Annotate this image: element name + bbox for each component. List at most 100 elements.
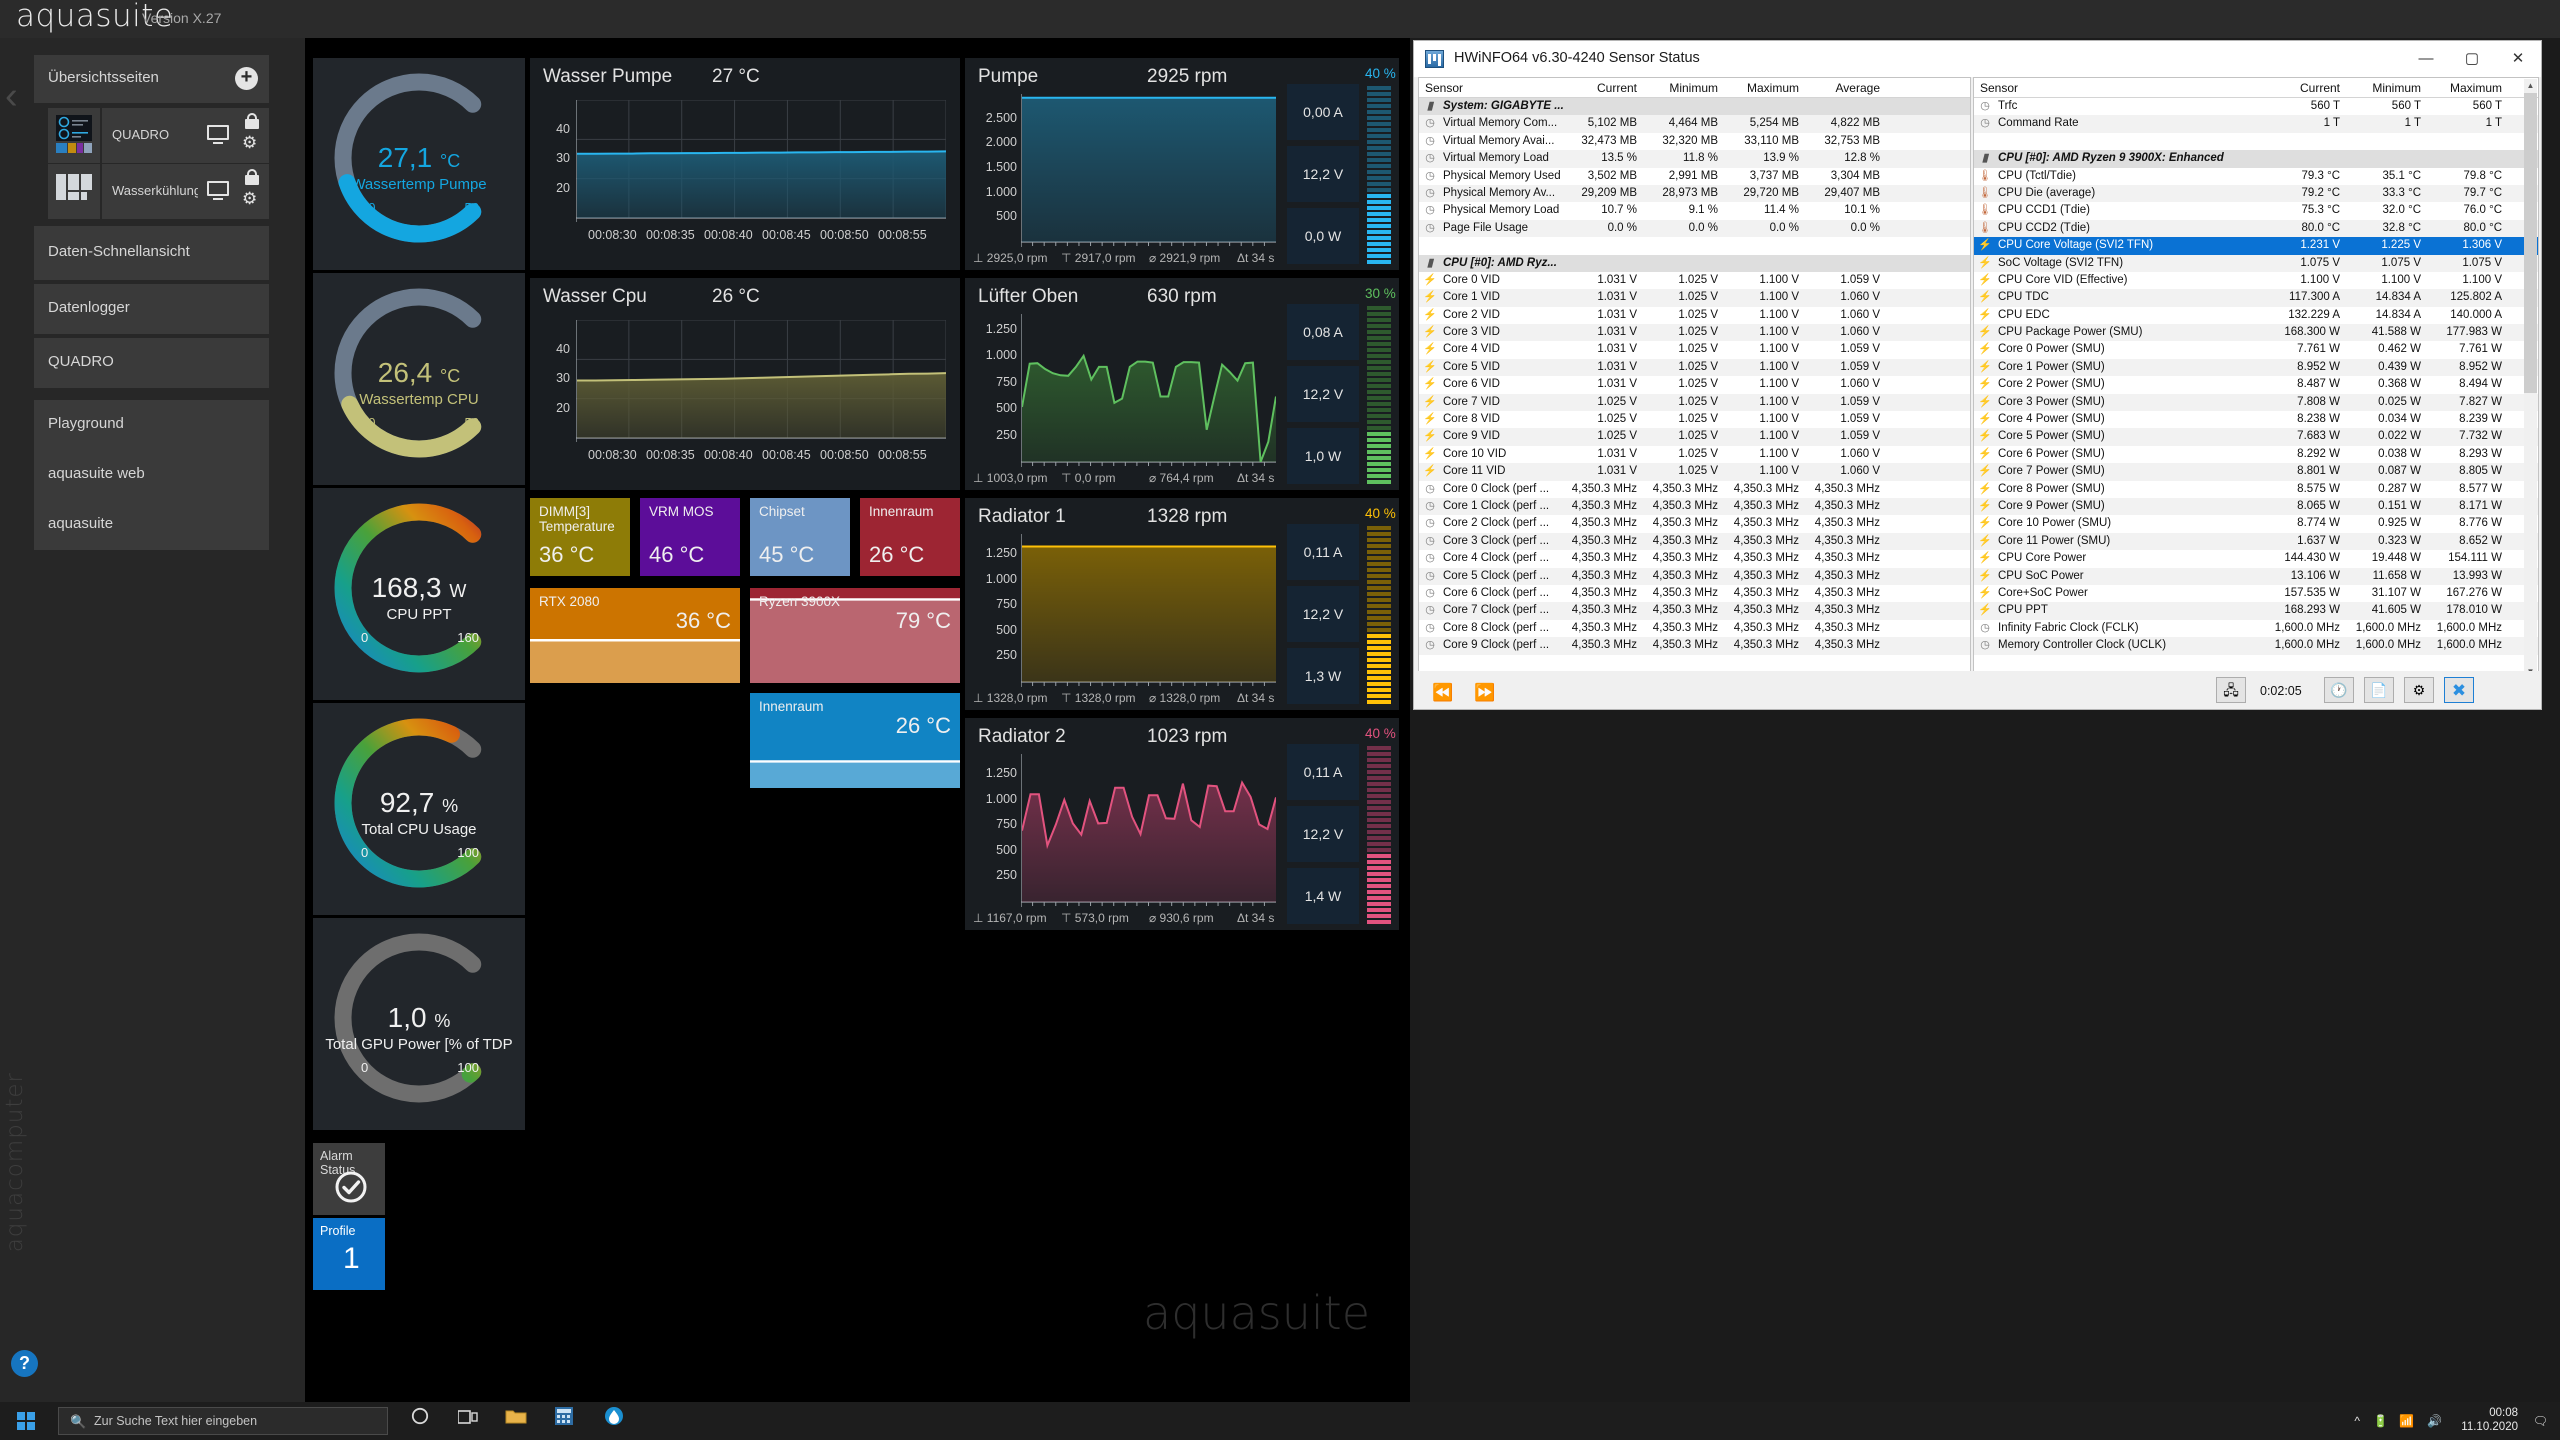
sidebar-item-quadro[interactable]: QUADRO <box>34 338 269 388</box>
table-row[interactable]: ⚡ Core 10 Power (SMU) 8.774 W 0.925 W 8.776 … <box>1974 515 2538 532</box>
table-row[interactable]: 🌡 CPU CCD2 (Tdie) 80.0 °C 32.8 °C 80.0 °C <box>1974 219 2538 238</box>
prev-button[interactable]: ⏪ <box>1432 683 1453 703</box>
table-row[interactable]: ◷ Physical Memory Load 10.7 % 9.1 % 11.4 % 10… <box>1419 202 1970 219</box>
table-row[interactable]: ⚡ Core 7 Power (SMU) 8.801 W 0.087 W 8.805 W <box>1974 463 2538 481</box>
table-row[interactable]: ◷ Core 2 Clock (perf ... 4,350.3 MHz 4,350.… <box>1419 515 1970 532</box>
collapse-arrow-icon[interactable]: ‹ <box>5 66 23 126</box>
table-row[interactable]: ▮ CPU [#0]: AMD Ryz... <box>1419 254 1970 272</box>
table-row[interactable]: ◷ Core 3 Clock (perf ... 4,350.3 MHz 4,350.… <box>1419 532 1970 551</box>
temperature-tile[interactable]: Ryzen 3900X 79 °C <box>750 588 960 683</box>
table-row[interactable]: ◷ Infinity Fabric Clock (FCLK) 1,600.0 MHz… <box>1974 620 2538 637</box>
scrollbar-thumb[interactable] <box>2524 93 2537 393</box>
table-row[interactable]: ◷ Memory Controller Clock (UCLK) 1,600.0 M… <box>1974 637 2538 655</box>
start-button[interactable] <box>0 1402 52 1440</box>
table-row[interactable]: ◷ Virtual Memory Avai... 32,473 MB 32,320 M… <box>1419 133 1970 150</box>
chart-card[interactable]: Radiator 2 1023 rpm 1.250 1.000 750 500 250 ⊥… <box>965 718 1399 930</box>
table-row[interactable]: ⚡ Core 11 VID 1.031 V 1.025 V 1.100 V 1.060 V <box>1419 463 1970 481</box>
table-row[interactable]: ⚡ Core 10 VID 1.031 V 1.025 V 1.100 V 1.060 V <box>1419 446 1970 463</box>
table-row[interactable]: ⚡ Core 9 VID 1.025 V 1.025 V 1.100 V 1.059 V <box>1419 428 1970 446</box>
hwinfo-sensor-table-right[interactable]: Sensor Current Minimum Maximum ◷ Trfc 560 T 560… <box>1973 77 2539 701</box>
table-row[interactable]: ◷ Physical Memory Av... 29,209 MB 28,973 MB… <box>1419 184 1970 203</box>
hwinfo-sensor-table-left[interactable]: Sensor Current Minimum Maximum Average ▮ Syste… <box>1418 77 1971 701</box>
sidebar-item-aquasuite-web[interactable]: aquasuite web <box>34 450 269 500</box>
network-icon[interactable]: 📶 <box>2399 1414 2414 1428</box>
table-row[interactable]: ⚡ Core 6 VID 1.031 V 1.025 V 1.100 V 1.060 V <box>1419 376 1970 393</box>
table-row[interactable]: 🌡 CPU CCD1 (Tdie) 75.3 °C 32.0 °C 76.0 °C <box>1974 202 2538 219</box>
gear-icon[interactable]: ⚙ <box>242 190 259 207</box>
table-row[interactable]: 🌡 CPU Die (average) 79.2 °C 33.3 °C 79.7 °C <box>1974 184 2538 203</box>
table-row[interactable]: ⚡ Core 1 VID 1.031 V 1.025 V 1.100 V 1.060 V <box>1419 289 1970 307</box>
sidebar-item-daten-schnellansicht[interactable]: Daten-Schnellansicht <box>34 226 269 280</box>
table-row[interactable]: ⚡ Core 3 Power (SMU) 7.808 W 0.025 W 7.827 W <box>1974 393 2538 412</box>
table-row[interactable]: ⚡ CPU Core VID (Effective) 1.100 V 1.100 V 1… <box>1974 272 2538 289</box>
table-row[interactable]: ⚡ CPU Package Power (SMU) 168.300 W 41.588 … <box>1974 324 2538 342</box>
close-button[interactable]: ✕ <box>2495 41 2541 77</box>
table-row[interactable]: ⚡ Core 9 Power (SMU) 8.065 W 0.151 W 8.171 W <box>1974 497 2538 516</box>
table-row[interactable]: 🌡 CPU (Tctl/Tdie) 79.3 °C 35.1 °C 79.8 °C <box>1974 168 2538 185</box>
chart-card[interactable]: Wasser Cpu 26 °C 40 30 20 00:08:30 00:08:35 00:… <box>530 278 960 490</box>
vertical-scrollbar[interactable]: ▲ ▼ <box>2524 79 2537 679</box>
table-row[interactable]: ◷ Physical Memory Used 3,502 MB 2,991 MB 3,7… <box>1419 168 1970 185</box>
temperature-tile[interactable]: RTX 2080 36 °C <box>530 588 740 683</box>
table-row[interactable]: ⚡ Core 8 Power (SMU) 8.575 W 0.287 W 8.577 W <box>1974 481 2538 498</box>
table-row[interactable]: ◷ Core 1 Clock (perf ... 4,350.3 MHz 4,350.… <box>1419 497 1970 516</box>
table-row[interactable]: ⚡ CPU EDC 132.229 A 14.834 A 140.000 A <box>1974 307 2538 324</box>
sidebar-item-playground[interactable]: Playground <box>34 400 269 450</box>
sidebar-section-overview[interactable]: Übersichtsseiten + <box>34 55 269 103</box>
sidebar-page-entry-quadro[interactable]: QUADRO ⚙ <box>102 108 269 163</box>
chart-card[interactable]: Pumpe 2925 rpm 2.500 2.000 1.500 1.000 500 ⊥ … <box>965 58 1399 270</box>
gauge-card[interactable]: 26,4 °C Wassertemp CPU 10 50 <box>313 273 525 485</box>
table-row[interactable]: ▮ System: GIGABYTE ... <box>1419 98 1970 116</box>
table-row[interactable]: ⚡ Core 4 VID 1.031 V 1.025 V 1.100 V 1.059 V <box>1419 341 1970 358</box>
table-row[interactable]: ⚡ Core 5 Power (SMU) 7.683 W 0.022 W 7.732 W <box>1974 428 2538 446</box>
maximize-button[interactable]: ▢ <box>2449 41 2495 77</box>
sidebar-item-aquasuite[interactable]: aquasuite <box>34 500 269 550</box>
table-row[interactable]: ⚡ Core 2 Power (SMU) 8.487 W 0.368 W 8.494 W <box>1974 376 2538 393</box>
log-button[interactable]: 📄 <box>2364 677 2394 703</box>
clock-button[interactable]: 🕐 <box>2324 677 2354 703</box>
table-row[interactable]: ⚡ Core 6 Power (SMU) 8.292 W 0.038 W 8.293 W <box>1974 446 2538 463</box>
table-row[interactable]: ◷ Core 7 Clock (perf ... 4,350.3 MHz 4,350.… <box>1419 602 1970 620</box>
close-toolbar-button[interactable]: ✖ <box>2444 677 2474 703</box>
table-row[interactable]: ⚡ CPU Core Power 144.430 W 19.448 W 154.111 … <box>1974 550 2538 567</box>
network-button[interactable]: 🖧 <box>2216 677 2246 703</box>
action-center-icon[interactable]: 🗨 <box>2533 1414 2548 1428</box>
sidebar-page-quadro[interactable]: QUADRO ⚙ <box>34 108 269 163</box>
battery-icon[interactable]: 🔋 <box>2373 1414 2388 1428</box>
table-row[interactable]: ⚡ Core 4 Power (SMU) 8.238 W 0.034 W 8.239 W <box>1974 411 2538 428</box>
gear-icon[interactable]: ⚙ <box>242 134 259 151</box>
table-row[interactable]: ⚡ Core 7 VID 1.025 V 1.025 V 1.100 V 1.059 V <box>1419 393 1970 412</box>
lock-icon[interactable] <box>245 113 259 129</box>
next-button[interactable]: ⏩ <box>1474 683 1495 703</box>
monitor-icon[interactable] <box>207 181 229 200</box>
settings-gear-button[interactable]: ⚙ <box>2404 677 2434 703</box>
table-row[interactable]: ⚡ Core 3 VID 1.031 V 1.025 V 1.100 V 1.060 V <box>1419 324 1970 342</box>
hwinfo-titlebar[interactable]: HWiNFO64 v6.30-4240 Sensor Status — ▢ ✕ <box>1414 41 2541 77</box>
table-row[interactable]: ◷ Core 5 Clock (perf ... 4,350.3 MHz 4,350.… <box>1419 567 1970 585</box>
table-row[interactable]: ◷ Core 8 Clock (perf ... 4,350.3 MHz 4,350.… <box>1419 620 1970 637</box>
table-row[interactable]: ◷ Trfc 560 T 560 T 560 T <box>1974 98 2538 115</box>
table-row[interactable]: ⚡ Core 0 VID 1.031 V 1.025 V 1.100 V 1.059 V <box>1419 272 1970 289</box>
monitor-icon[interactable] <box>207 125 229 144</box>
table-row[interactable]: ◷ Core 6 Clock (perf ... 4,350.3 MHz 4,350.… <box>1419 585 1970 602</box>
profile-tile[interactable]: Profile 1 <box>313 1218 385 1290</box>
temperature-tile[interactable]: VRM MOS 46 °C <box>640 498 740 576</box>
search-input[interactable]: 🔍 Zur Suche Text hier eingeben <box>58 1407 388 1435</box>
add-page-icon[interactable]: + <box>235 67 258 90</box>
table-row[interactable]: ⚡ Core 11 Power (SMU) 1.637 W 0.323 W 8.652 … <box>1974 532 2538 551</box>
scroll-up-icon[interactable]: ▲ <box>2524 79 2537 93</box>
chart-card[interactable]: Radiator 1 1328 rpm 1.250 1.000 750 500 250 ⊥… <box>965 498 1399 710</box>
temperature-tile[interactable]: Innenraum 26 °C <box>750 693 960 788</box>
table-row[interactable]: ◷ Command Rate 1 T 1 T 1 T <box>1974 115 2538 133</box>
gauge-card[interactable]: 168,3 W CPU PPT 0 160 <box>313 488 525 700</box>
calculator-icon[interactable] <box>544 1406 584 1436</box>
table-row[interactable]: ◷ Core 9 Clock (perf ... 4,350.3 MHz 4,350.… <box>1419 637 1970 655</box>
temperature-tile[interactable]: Innenraum 26 °C <box>860 498 960 576</box>
table-row[interactable]: ⚡ SoC Voltage (SVI2 TFN) 1.075 V 1.075 V 1.0… <box>1974 254 2538 272</box>
table-row[interactable]: ⚡ CPU SoC Power 13.106 W 11.658 W 13.993 W <box>1974 567 2538 585</box>
table-row[interactable]: ⚡ Core 0 Power (SMU) 7.761 W 0.462 W 7.761 W <box>1974 341 2538 358</box>
volume-icon[interactable]: 🔊 <box>2427 1414 2442 1428</box>
table-row[interactable]: ⚡ Core 1 Power (SMU) 8.952 W 0.439 W 8.952 W <box>1974 358 2538 377</box>
table-row[interactable]: ⚡ CPU TDC 117.300 A 14.834 A 125.802 A <box>1974 289 2538 307</box>
table-row[interactable]: ⚡ Core 5 VID 1.031 V 1.025 V 1.100 V 1.059 V <box>1419 358 1970 377</box>
